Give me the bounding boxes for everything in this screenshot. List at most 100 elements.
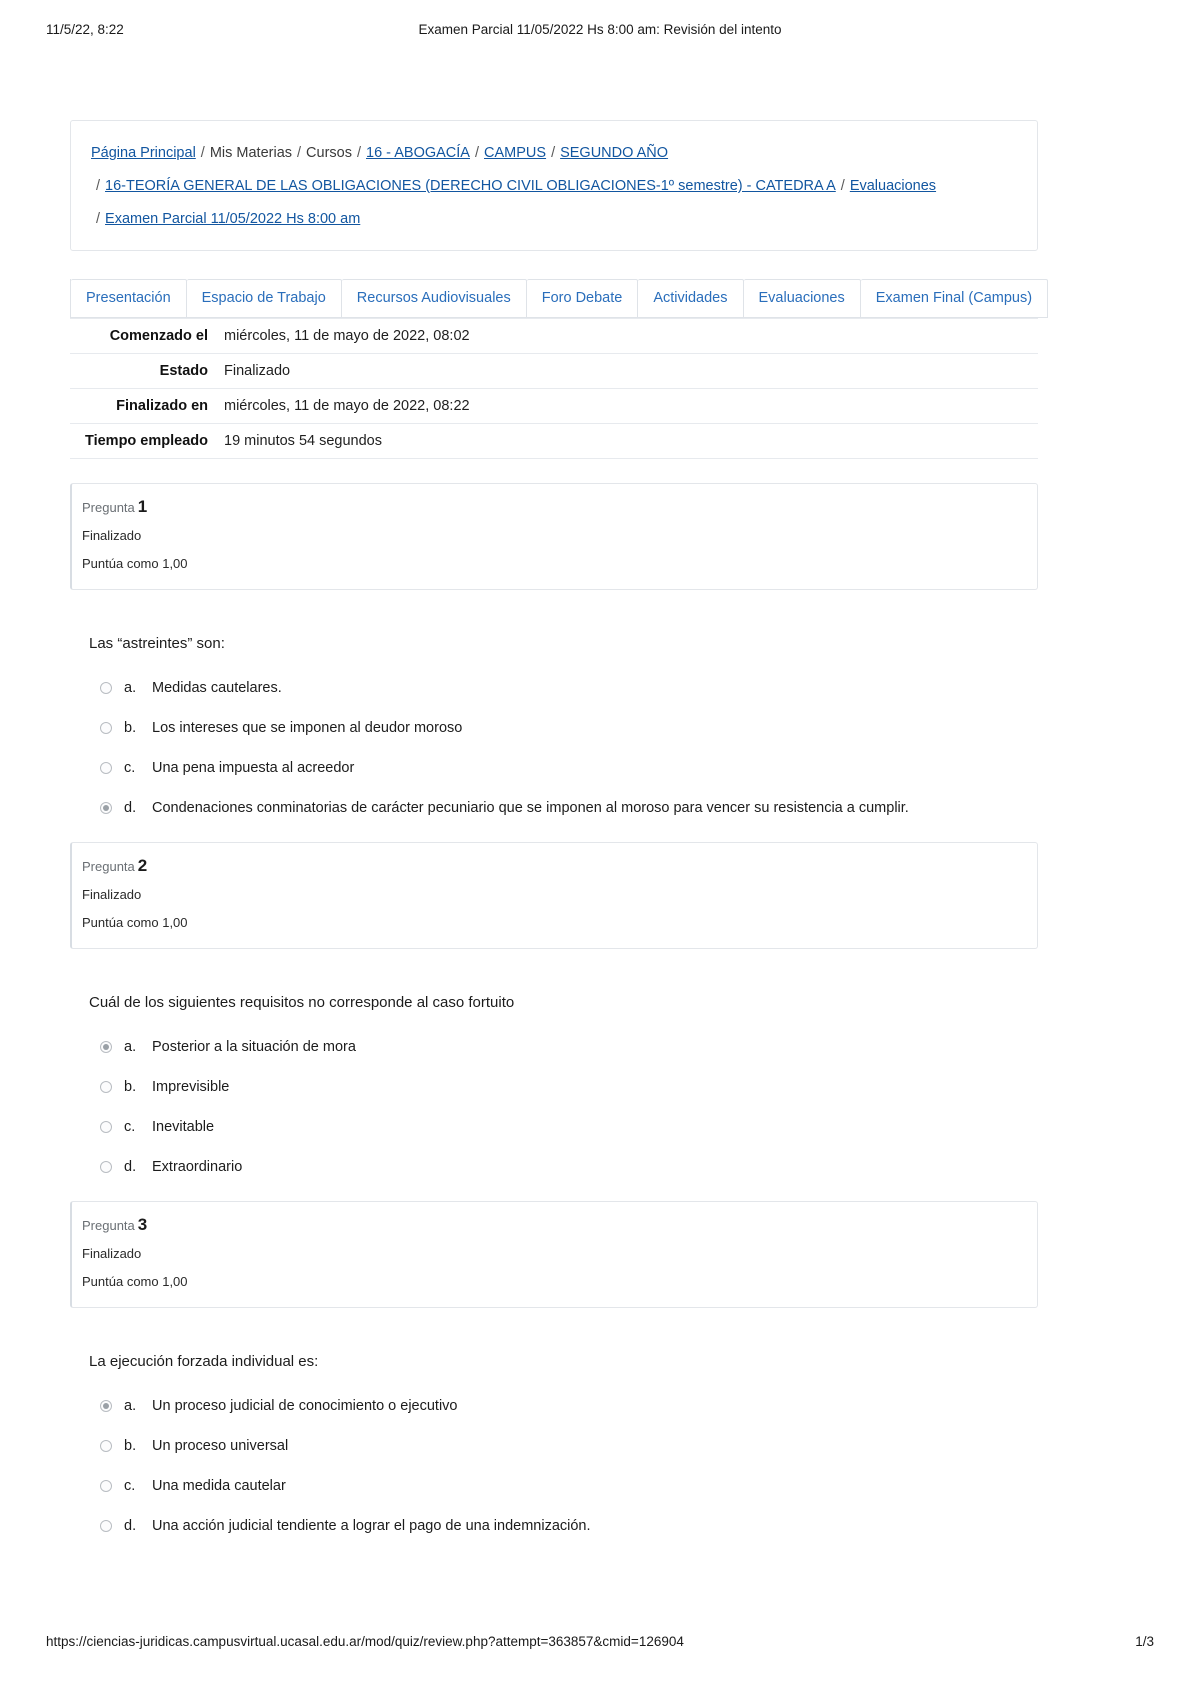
answer-letter: c. — [124, 1119, 136, 1135]
answer-option[interactable]: d. Condenaciones conminatorias de carácte… — [100, 798, 1038, 818]
radio-selected-icon[interactable] — [100, 1041, 112, 1053]
answer-option[interactable]: c. Una pena impuesta al acreedor — [100, 758, 1038, 778]
answer-letter: a. — [124, 680, 137, 696]
answer-option[interactable]: b. Imprevisible — [100, 1077, 1038, 1097]
answer-option[interactable]: b. Los intereses que se imponen al deudor… — [100, 718, 1038, 738]
answer-option[interactable]: c. Una medida cautelar — [100, 1476, 1038, 1496]
radio-unselected-icon[interactable] — [100, 1161, 112, 1173]
answer-letter: b. — [124, 720, 137, 736]
breadcrumb-link[interactable]: Examen Parcial 11/05/2022 Hs 8:00 am — [105, 211, 360, 227]
print-document-title: Examen Parcial 11/05/2022 Hs 8:00 am: Re… — [418, 22, 782, 37]
summary-row: Estado Finalizado — [70, 354, 1038, 389]
summary-label: Tiempo empleado — [84, 433, 208, 449]
question-block: Pregunta 1 Finalizado Puntúa como 1,00 Las “… — [70, 483, 1038, 818]
course-tab-bar: Presentación Espacio de Trabajo Recursos A… — [70, 279, 1049, 318]
answer-options: a. Posterior a la situación de mora b. Impr… — [100, 1037, 1038, 1177]
answer-text: Una acción judicial tendiente a lograr e… — [152, 1518, 591, 1534]
tab-foro-debate[interactable]: Foro Debate — [526, 279, 639, 318]
questions-list: Pregunta 1 Finalizado Puntúa como 1,00 Las “… — [70, 483, 1038, 1536]
answer-text: Extraordinario — [152, 1159, 243, 1175]
attempt-summary-table: Comenzado el miércoles, 11 de mayo de 202… — [70, 318, 1038, 459]
answer-option[interactable]: a. Un proceso judicial de conocimiento o … — [100, 1396, 1038, 1416]
breadcrumb-link[interactable]: 16-TEORÍA GENERAL DE LAS OBLIGACIONES (D… — [105, 178, 836, 194]
tab-espacio-de-trabajo[interactable]: Espacio de Trabajo — [186, 279, 342, 318]
breadcrumb-line-2: /16-TEORÍA GENERAL DE LAS OBLIGACIONES (… — [91, 170, 1017, 203]
question-mark: Puntúa como 1,00 — [82, 1274, 188, 1289]
radio-unselected-icon[interactable] — [100, 1480, 112, 1492]
summary-row: Tiempo empleado 19 minutos 54 segundos — [70, 424, 1038, 459]
breadcrumb-link[interactable]: SEGUNDO AÑO — [560, 145, 668, 161]
answer-text: Una medida cautelar — [152, 1478, 286, 1494]
question-label: Pregunta — [82, 859, 135, 874]
radio-unselected-icon[interactable] — [100, 1081, 112, 1093]
breadcrumb-line-3: / Examen Parcial 11/05/2022 Hs 8:00 am — [91, 203, 1017, 236]
radio-unselected-icon[interactable] — [100, 762, 112, 774]
breadcrumb-link[interactable]: Evaluaciones — [850, 178, 936, 194]
question-info-box: Pregunta 2 Finalizado Puntúa como 1,00 — [70, 842, 1038, 949]
answer-letter: b. — [124, 1079, 137, 1095]
question-number: Pregunta 1 — [82, 497, 1019, 518]
radio-selected-icon[interactable] — [100, 1400, 112, 1412]
page-content: Página Principal / Mis Materias / Cursos/16 … — [70, 120, 1049, 1556]
answer-letter: a. — [124, 1039, 137, 1055]
answer-text: Una pena impuesta al acreedor — [152, 760, 355, 776]
question-label: Pregunta — [82, 500, 135, 515]
print-page-number: 1/3 — [1135, 1634, 1154, 1649]
radio-unselected-icon[interactable] — [100, 682, 112, 694]
tab-presentaci-n[interactable]: Presentación — [71, 279, 187, 318]
answer-letter: a. — [124, 1398, 137, 1414]
tab-examen-final-campus[interactable]: Examen Final (Campus) — [860, 279, 1049, 318]
breadcrumb: Página Principal / Mis Materias / Cursos/16 … — [70, 120, 1038, 251]
answer-option[interactable]: a. Medidas cautelares. — [100, 678, 1038, 698]
answer-option[interactable]: d. Extraordinario — [100, 1157, 1038, 1177]
answer-text: Un proceso universal — [152, 1438, 289, 1454]
question-text: La ejecución forzada individual es: — [89, 1353, 319, 1370]
question-text: Cuál de los siguientes requisitos no cor… — [89, 994, 515, 1011]
question-text: Las “astreintes” son: — [89, 635, 225, 652]
tab-actividades[interactable]: Actividades — [638, 279, 744, 318]
breadcrumb-text: Mis Materias — [209, 145, 293, 161]
print-footer: https://ciencias-juridicas.campusvirtual… — [0, 1634, 1200, 1654]
question-index: 3 — [137, 1215, 148, 1234]
question-number: Pregunta 2 — [82, 856, 1019, 877]
radio-selected-icon[interactable] — [100, 802, 112, 814]
question-state: Finalizado — [82, 528, 142, 543]
breadcrumb-link[interactable]: Página Principal — [91, 145, 196, 161]
tab-evaluaciones[interactable]: Evaluaciones — [743, 279, 861, 318]
print-header: 11/5/22, 8:22 Examen Parcial 11/05/2022 … — [0, 22, 1200, 42]
breadcrumb-link[interactable]: CAMPUS — [484, 145, 546, 161]
summary-label: Finalizado en — [116, 398, 208, 414]
tab-recursos-audiovisuales[interactable]: Recursos Audiovisuales — [341, 279, 527, 318]
breadcrumb-separator: / — [474, 145, 480, 161]
summary-row: Comenzado el miércoles, 11 de mayo de 202… — [70, 318, 1038, 354]
question-info-box: Pregunta 3 Finalizado Puntúa como 1,00 — [70, 1201, 1038, 1308]
answer-letter: d. — [124, 1159, 137, 1175]
answer-text: Inevitable — [152, 1119, 215, 1135]
radio-unselected-icon[interactable] — [100, 722, 112, 734]
answer-option[interactable]: b. Un proceso universal — [100, 1436, 1038, 1456]
radio-unselected-icon[interactable] — [100, 1440, 112, 1452]
answer-letter: d. — [124, 1518, 137, 1534]
breadcrumb-link[interactable]: 16 - ABOGACÍA — [366, 145, 470, 161]
answer-option[interactable]: c. Inevitable — [100, 1117, 1038, 1137]
answer-options: a. Un proceso judicial de conocimiento o … — [100, 1396, 1038, 1536]
summary-label: Estado — [159, 363, 208, 379]
question-index: 2 — [137, 856, 148, 875]
breadcrumb-line-1: Página Principal / Mis Materias / Cursos/16 … — [91, 137, 1017, 170]
question-mark: Puntúa como 1,00 — [82, 915, 188, 930]
question-label: Pregunta — [82, 1218, 135, 1233]
radio-unselected-icon[interactable] — [100, 1520, 112, 1532]
question-state: Finalizado — [82, 887, 142, 902]
breadcrumb-separator: / — [356, 145, 362, 161]
answer-text: Los intereses que se imponen al deudor m… — [152, 720, 463, 736]
answer-text: Un proceso judicial de conocimiento o ej… — [152, 1398, 458, 1414]
answer-letter: c. — [124, 1478, 136, 1494]
summary-value: miércoles, 11 de mayo de 2022, 08:02 — [224, 328, 470, 344]
summary-value: miércoles, 11 de mayo de 2022, 08:22 — [224, 398, 470, 414]
summary-value: Finalizado — [224, 363, 291, 379]
answer-option[interactable]: a. Posterior a la situación de mora — [100, 1037, 1038, 1057]
radio-unselected-icon[interactable] — [100, 1121, 112, 1133]
question-block: Pregunta 3 Finalizado Puntúa como 1,00 La ej… — [70, 1201, 1038, 1536]
answer-letter: b. — [124, 1438, 137, 1454]
answer-option[interactable]: d. Una acción judicial tendiente a lograr… — [100, 1516, 1038, 1536]
